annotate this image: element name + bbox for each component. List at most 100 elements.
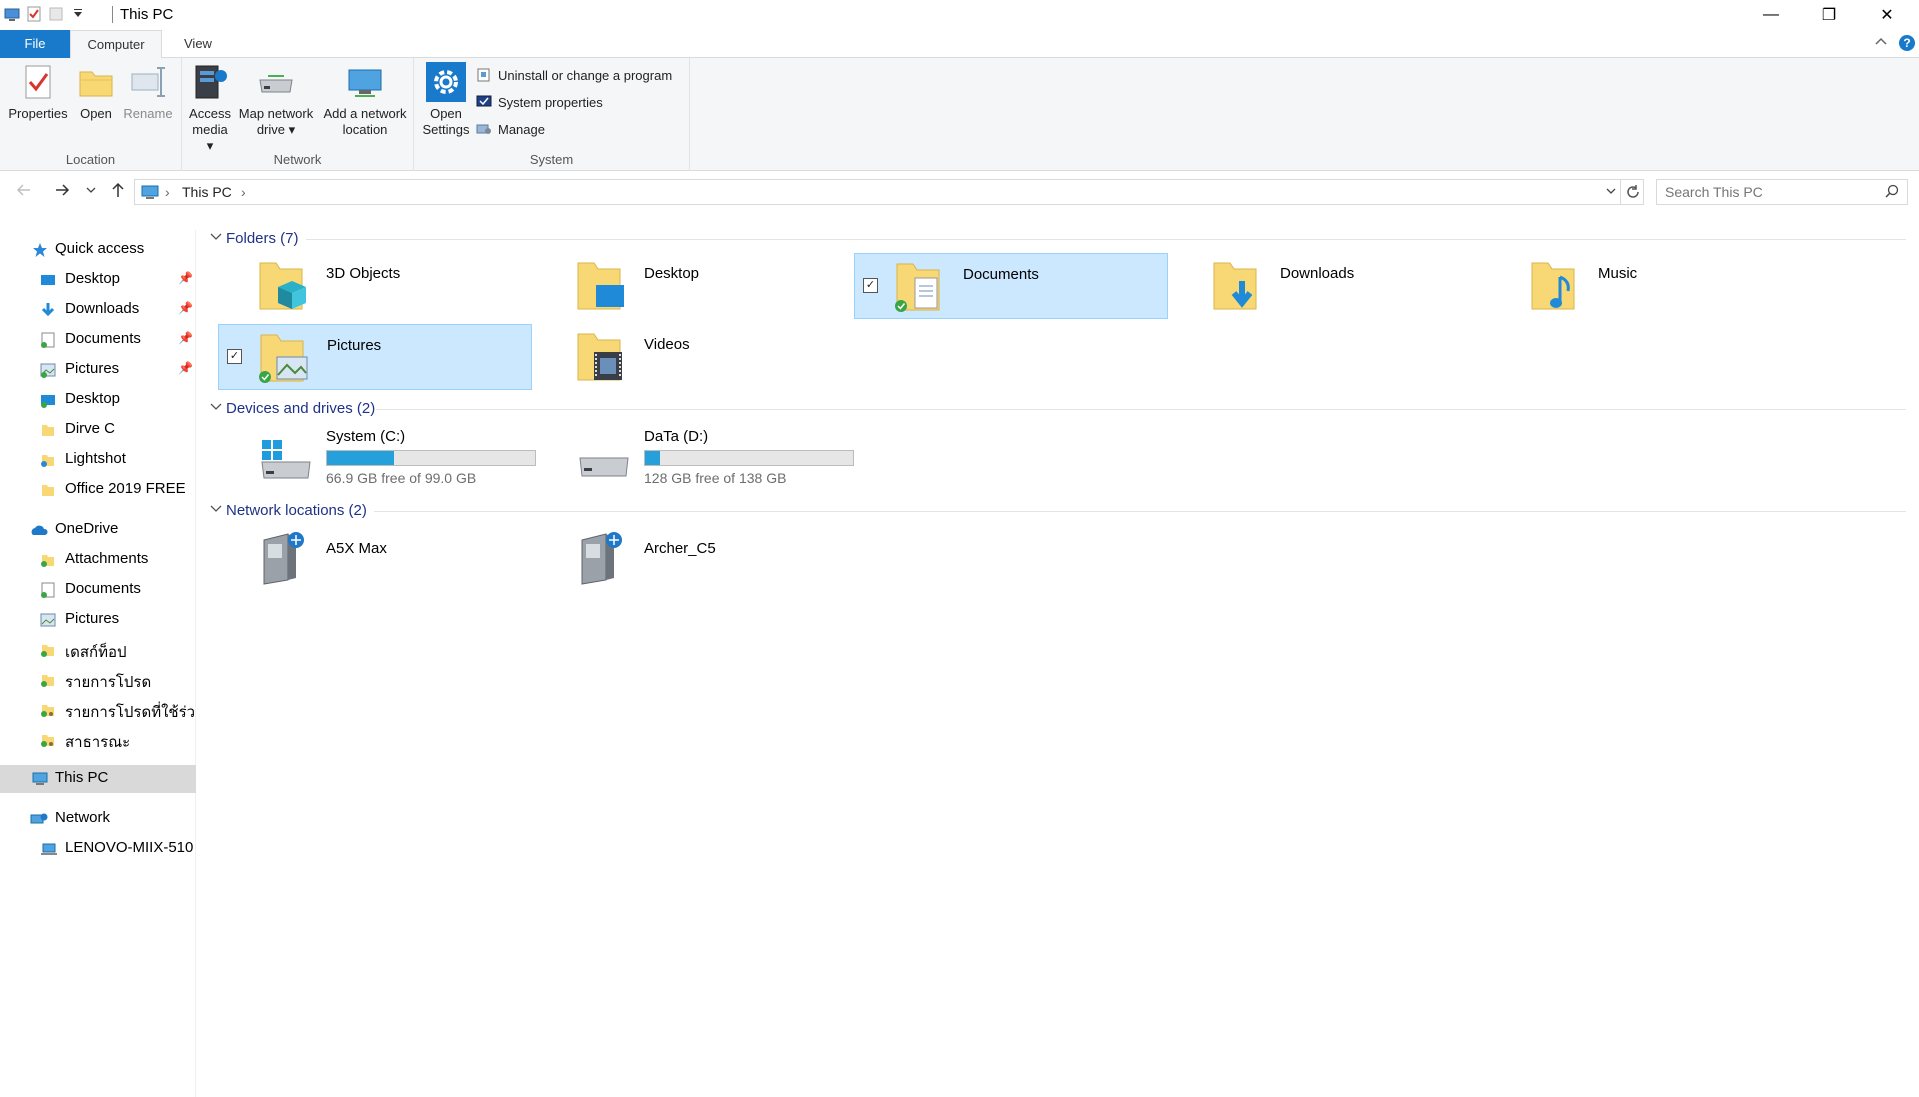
network-icon bbox=[30, 811, 48, 827]
drive-system-c[interactable]: System (C:) 66.9 GB free of 99.0 GB bbox=[218, 426, 536, 492]
add-network-location-button[interactable]: Add a network location bbox=[320, 62, 410, 138]
folder-documents[interactable]: ✓ Documents bbox=[854, 253, 1168, 319]
network-location-a5x-max[interactable]: A5X Max bbox=[218, 526, 532, 592]
folder-3d-objects[interactable]: 3D Objects bbox=[218, 253, 532, 319]
tab-computer[interactable]: Computer bbox=[70, 30, 162, 59]
navigation-bar: › This PC › bbox=[0, 177, 1919, 207]
close-button[interactable]: ✕ bbox=[1858, 0, 1916, 30]
collapse-ribbon-icon[interactable] bbox=[1874, 34, 1888, 51]
downloads-folder-icon bbox=[1212, 257, 1262, 313]
sidebar-item-documents[interactable]: Documents 📌 bbox=[0, 326, 196, 354]
sidebar-item-desktop-2[interactable]: Desktop bbox=[0, 386, 196, 414]
computer-icon[interactable] bbox=[4, 6, 20, 22]
folder-label: Pictures bbox=[327, 337, 382, 354]
sidebar-item-thai-public[interactable]: สาธารณะ bbox=[0, 726, 196, 754]
windows-drive-icon bbox=[258, 438, 314, 482]
sidebar-item-quick-access[interactable]: Quick access bbox=[0, 236, 196, 264]
sidebar-item-onedrive-pictures[interactable]: Pictures bbox=[0, 606, 196, 634]
breadcrumb-separator-icon[interactable]: › bbox=[241, 184, 246, 200]
sidebar-item-thai-desktop[interactable]: เดสก์ท็อป bbox=[0, 636, 196, 664]
tab-view[interactable]: View bbox=[170, 30, 226, 58]
navigation-pane: Quick access Desktop 📌 Downloads 📌 Docum… bbox=[0, 230, 196, 1097]
sidebar-item-attachments[interactable]: Attachments bbox=[0, 546, 196, 574]
folder-icon bbox=[40, 482, 56, 498]
search-icon[interactable] bbox=[1885, 184, 1899, 201]
pin-icon[interactable]: 📌 bbox=[178, 301, 193, 315]
sidebar-item-pictures[interactable]: Pictures 📌 bbox=[0, 356, 196, 384]
sidebar-item-label: Desktop bbox=[65, 270, 121, 287]
customize-dropdown-icon[interactable] bbox=[70, 6, 86, 22]
folder-music[interactable]: Music bbox=[1490, 253, 1804, 319]
sidebar-item-lenovo[interactable]: LENOVO-MIIX-510 bbox=[0, 835, 196, 863]
sidebar-item-office-2019[interactable]: Office 2019 FREE bbox=[0, 476, 196, 504]
ribbon-group-network: Access media ▾ Map network drive ▾ Add a… bbox=[182, 58, 414, 171]
properties-label: Properties bbox=[8, 106, 68, 121]
sidebar-item-thai-shared-favorites[interactable]: รายการโปรดที่ใช้ร่วมกั bbox=[0, 696, 196, 724]
uninstall-program-button[interactable]: Uninstall or change a program bbox=[476, 67, 672, 83]
folder-pictures[interactable]: ✓ Pictures bbox=[218, 324, 532, 390]
sidebar-item-onedrive-documents[interactable]: Documents bbox=[0, 576, 196, 604]
section-divider bbox=[376, 409, 1906, 410]
drives-section-header[interactable]: Devices and drives (2) bbox=[206, 398, 506, 422]
back-arrow-icon[interactable] bbox=[14, 180, 34, 205]
open-folder-icon bbox=[76, 62, 116, 102]
forward-arrow-icon[interactable] bbox=[52, 180, 72, 205]
sidebar-item-label: LENOVO-MIIX-510 bbox=[65, 839, 194, 856]
pictures-icon bbox=[40, 362, 56, 378]
search-input[interactable] bbox=[1657, 180, 1867, 204]
folder-icon bbox=[40, 422, 56, 438]
ribbon: Properties Open Rename Location Access m… bbox=[0, 58, 1919, 171]
sidebar-item-desktop[interactable]: Desktop 📌 bbox=[0, 266, 196, 294]
access-media-button[interactable]: Access media ▾ bbox=[188, 62, 232, 154]
address-bar[interactable]: › This PC › bbox=[134, 179, 1644, 205]
folder-videos[interactable]: Videos bbox=[536, 324, 850, 390]
dropdown-arrow-icon: ▾ bbox=[206, 138, 214, 153]
sidebar-item-thai-favorites[interactable]: รายการโปรด bbox=[0, 666, 196, 694]
system-properties-button[interactable]: System properties bbox=[476, 94, 603, 110]
tab-file[interactable]: File bbox=[0, 30, 70, 58]
help-icon[interactable]: ? bbox=[1898, 34, 1916, 55]
recent-locations-chevron-icon[interactable] bbox=[84, 180, 98, 205]
sidebar-item-label: Pictures bbox=[65, 360, 120, 377]
open-button[interactable]: Open bbox=[74, 62, 118, 122]
sidebar-item-downloads[interactable]: Downloads 📌 bbox=[0, 296, 196, 324]
refresh-icon[interactable] bbox=[1620, 179, 1644, 205]
folder-desktop[interactable]: Desktop bbox=[536, 253, 850, 319]
sidebar-item-dirve-c[interactable]: Dirve C bbox=[0, 416, 196, 444]
folders-section-header[interactable]: Folders (7) bbox=[206, 228, 506, 252]
sidebar-item-network[interactable]: Network bbox=[0, 805, 196, 833]
up-arrow-icon[interactable] bbox=[108, 180, 128, 205]
search-box[interactable] bbox=[1656, 179, 1908, 205]
map-drive-label-2: drive bbox=[256, 122, 286, 137]
map-network-drive-button[interactable]: Map network drive ▾ bbox=[236, 62, 316, 138]
properties-button[interactable]: Properties bbox=[6, 62, 70, 122]
sidebar-item-label: รายการโปรด bbox=[65, 674, 152, 691]
section-divider bbox=[374, 511, 1906, 512]
manage-button[interactable]: Manage bbox=[476, 121, 545, 137]
pin-icon[interactable]: 📌 bbox=[178, 361, 193, 375]
open-settings-button[interactable]: Open Settings bbox=[422, 62, 470, 138]
new-folder-icon[interactable] bbox=[48, 6, 64, 22]
sidebar-item-this-pc[interactable]: This PC bbox=[0, 765, 196, 793]
open-settings-label-1: Open bbox=[430, 106, 462, 121]
maximize-button[interactable]: ❐ bbox=[1800, 0, 1858, 30]
network-location-archer-c5[interactable]: Archer_C5 bbox=[536, 526, 850, 592]
pin-icon[interactable]: 📌 bbox=[178, 271, 193, 285]
minimize-button[interactable]: — bbox=[1742, 0, 1800, 30]
rename-label: Rename bbox=[123, 106, 173, 121]
folder-downloads[interactable]: Downloads bbox=[1172, 253, 1486, 319]
network-section-header[interactable]: Network locations (2) bbox=[206, 500, 506, 524]
breadcrumb-this-pc[interactable]: This PC bbox=[182, 184, 232, 200]
selection-checkbox[interactable]: ✓ bbox=[863, 278, 878, 293]
rename-button[interactable]: Rename bbox=[120, 62, 176, 122]
address-dropdown-icon[interactable] bbox=[1605, 184, 1617, 201]
drive-usage-bar bbox=[326, 450, 536, 466]
properties-check-icon[interactable] bbox=[26, 6, 42, 22]
breadcrumb-separator-icon[interactable]: › bbox=[165, 184, 170, 200]
drive-data-d[interactable]: DaTa (D:) 128 GB free of 138 GB bbox=[536, 426, 854, 492]
sidebar-item-onedrive[interactable]: OneDrive bbox=[0, 516, 196, 544]
selection-checkbox[interactable]: ✓ bbox=[227, 349, 242, 364]
sidebar-item-lightshot[interactable]: Lightshot bbox=[0, 446, 196, 474]
pin-icon[interactable]: 📌 bbox=[178, 331, 193, 345]
open-label: Open bbox=[80, 106, 112, 121]
